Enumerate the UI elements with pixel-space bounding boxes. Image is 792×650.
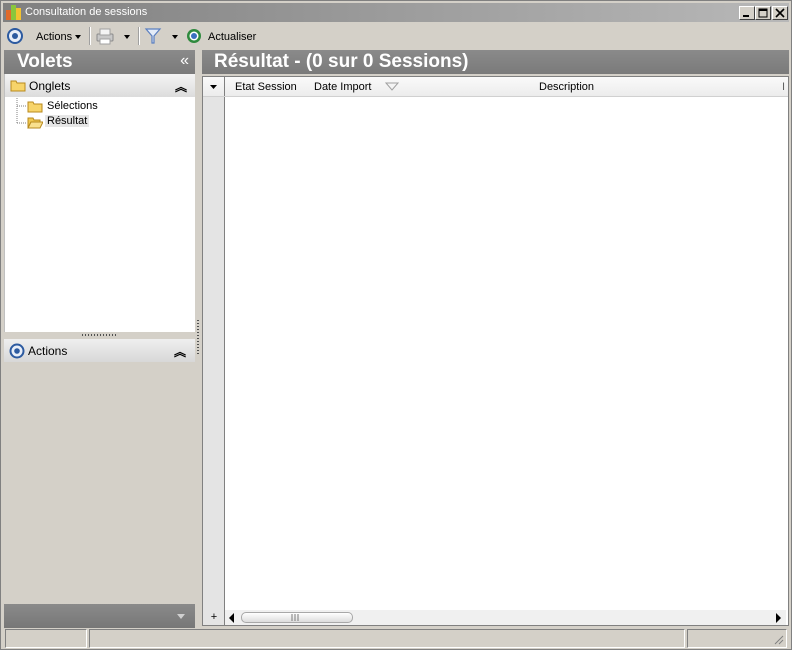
result-header: Résultat - (0 sur 0 Sessions) — [202, 50, 789, 74]
toolbar-separator — [138, 27, 140, 45]
row-selector-column — [203, 77, 225, 625]
grip-icon — [82, 334, 118, 336]
column-chooser-button[interactable] — [203, 77, 225, 96]
column-header-etat-session[interactable]: Etat Session — [235, 81, 297, 93]
results-grid[interactable]: Etat Session Date Import Description I + — [202, 76, 789, 626]
actions-icon — [9, 343, 25, 359]
grip-icon — [291, 614, 299, 621]
actions-icon-button[interactable] — [5, 26, 25, 46]
refresh-button[interactable]: Actualiser — [184, 26, 264, 46]
volets-title: Volets — [17, 51, 73, 72]
status-cell — [687, 629, 787, 648]
close-button[interactable] — [772, 6, 788, 20]
tree-item-label: Résultat — [45, 115, 90, 127]
panel-splitter-handle[interactable] — [4, 332, 195, 339]
app-window: Consultation de sessions Actions Actuali… — [0, 0, 792, 650]
minimize-icon — [743, 15, 749, 17]
grid-header-row: Etat Session Date Import Description I — [203, 77, 788, 97]
sort-indicator-icon[interactable] — [385, 82, 399, 92]
onglets-label: Onglets — [29, 79, 71, 93]
actions-menu-button[interactable]: Actions — [33, 26, 85, 46]
resize-grip-icon[interactable] — [772, 633, 784, 645]
tree-item-selections[interactable]: Sélections — [27, 99, 107, 114]
collapse-chevron-icon[interactable]: ︽ — [174, 343, 186, 360]
horizontal-scrollbar[interactable] — [225, 610, 786, 625]
dropdown-arrow-icon — [75, 35, 81, 39]
volets-header: Volets « — [4, 50, 195, 74]
app-icon — [6, 5, 21, 20]
window-title: Consultation de sessions — [25, 6, 148, 18]
actions-menu-label: Actions — [36, 31, 73, 43]
column-header-more[interactable]: I — [782, 81, 785, 93]
result-title: Résultat - (0 sur 0 Sessions) — [214, 51, 469, 72]
column-header-description[interactable]: Description — [539, 81, 594, 93]
dropdown-arrow-icon — [177, 614, 185, 619]
dropdown-arrow-icon — [210, 85, 217, 89]
collapse-chevron-icon[interactable]: ︽ — [175, 78, 187, 95]
scroll-right-icon[interactable] — [773, 612, 783, 624]
scroll-thumb[interactable] — [241, 612, 353, 623]
onglets-panel: Onglets ︽ Sélections Résultat — [4, 74, 196, 332]
scroll-left-icon[interactable] — [227, 612, 237, 624]
tree-item-resultat[interactable]: Résultat — [27, 115, 93, 130]
folder-icon — [10, 80, 26, 92]
toolbar-separator — [89, 27, 91, 45]
maximize-icon — [758, 8, 768, 18]
print-button[interactable] — [93, 26, 135, 46]
title-bar[interactable]: Consultation de sessions — [3, 3, 789, 22]
vertical-splitter[interactable] — [195, 50, 201, 628]
actions-icon — [7, 28, 23, 44]
volets-footer[interactable] — [4, 604, 195, 628]
column-header-date-import[interactable]: Date Import — [314, 81, 371, 93]
onglets-header[interactable]: Onglets ︽ — [5, 74, 196, 97]
dropdown-arrow-icon — [124, 35, 130, 39]
refresh-label: Actualiser — [208, 31, 257, 43]
filter-button[interactable] — [142, 26, 182, 46]
status-cell — [5, 629, 87, 648]
close-icon — [775, 8, 785, 18]
folder-icon — [27, 101, 43, 113]
tree-item-label: Sélections — [47, 100, 98, 112]
print-icon — [96, 28, 114, 45]
dropdown-arrow-icon — [172, 35, 178, 39]
collapse-panel-button[interactable]: « — [180, 52, 189, 70]
minimize-button[interactable] — [739, 6, 755, 20]
status-cell — [89, 629, 685, 648]
maximize-button[interactable] — [755, 6, 771, 20]
filter-icon — [144, 28, 162, 44]
actions-panel-label: Actions — [28, 344, 68, 358]
expand-all-button[interactable]: + — [207, 611, 221, 624]
toolbar: Actions Actualiser — [3, 24, 789, 48]
grip-icon — [197, 320, 199, 356]
folder-open-icon — [27, 117, 43, 129]
refresh-icon — [187, 29, 201, 43]
status-bar — [3, 629, 789, 648]
actions-panel-header[interactable]: Actions ︽ — [4, 339, 195, 362]
